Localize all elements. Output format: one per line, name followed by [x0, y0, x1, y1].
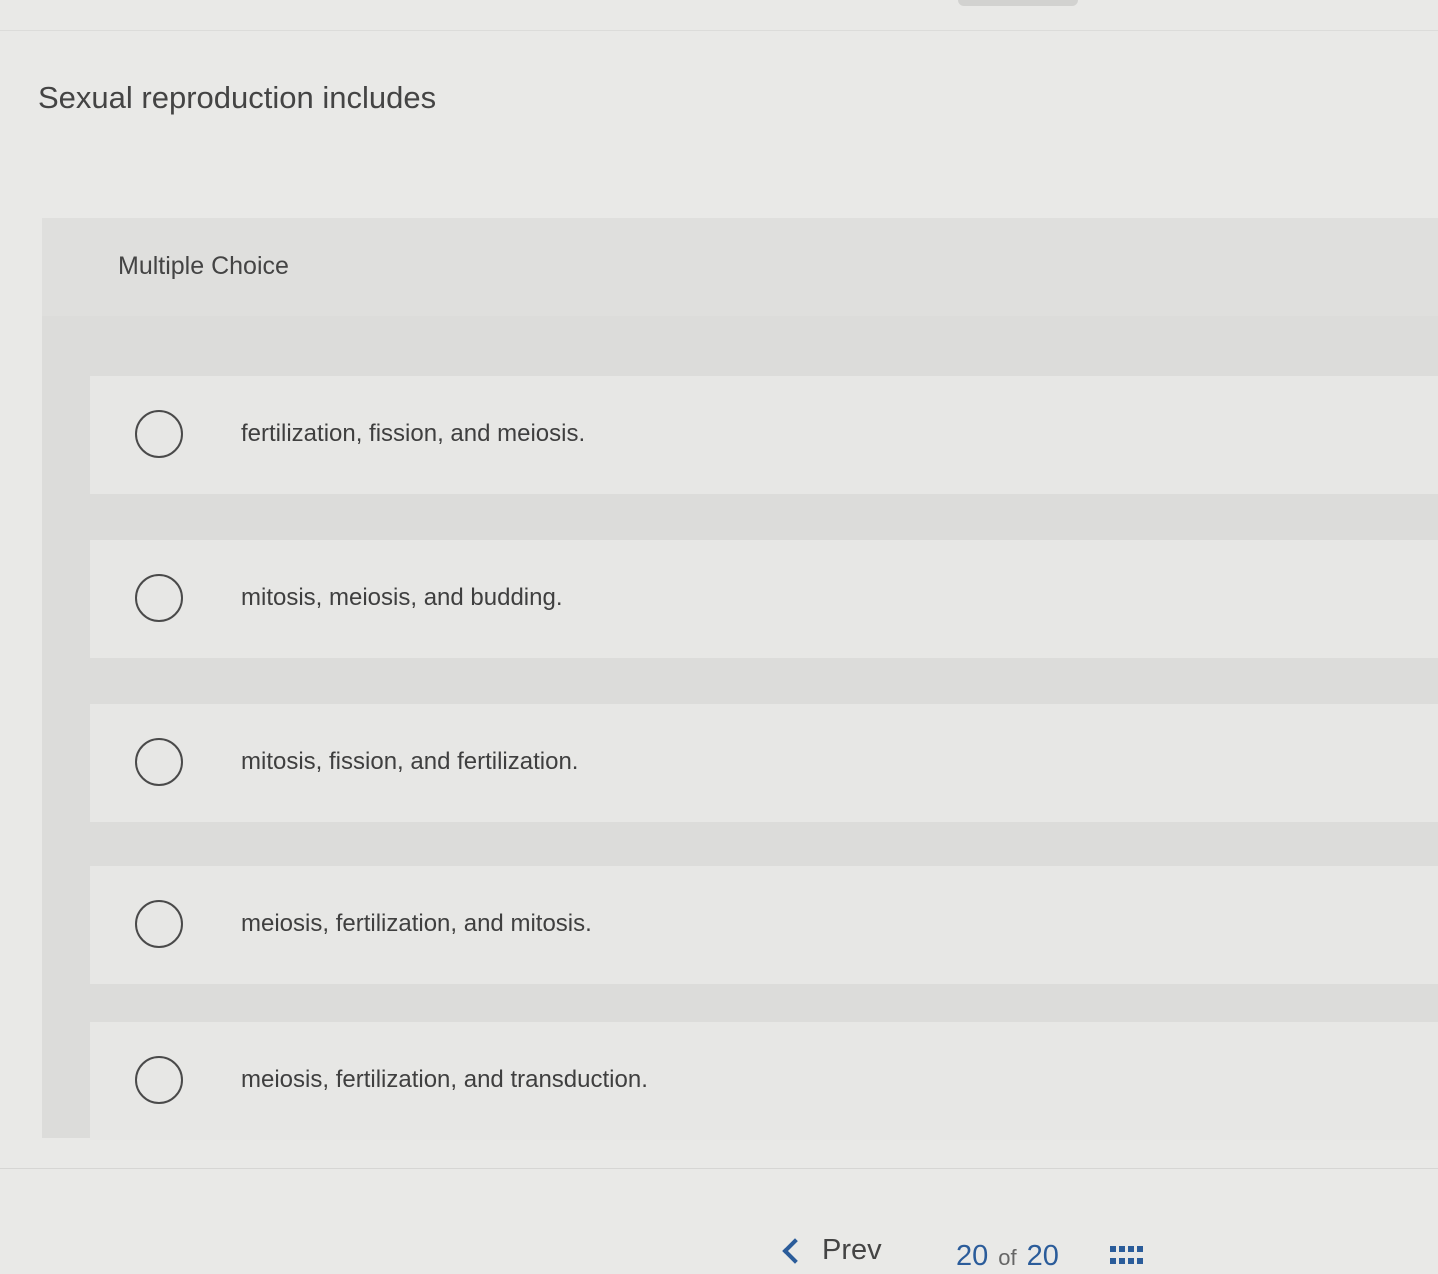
question-grid-icon[interactable] [1110, 1246, 1143, 1266]
answer-option-label: meiosis, fertilization, and mitosis. [241, 910, 592, 937]
prev-button[interactable]: Prev [778, 1234, 882, 1267]
answer-option[interactable]: meiosis, fertilization, and transduction… [90, 1022, 1438, 1140]
answer-option-label: fertilization, fission, and meiosis. [241, 420, 586, 447]
question-prompt: Sexual reproduction includes [38, 80, 437, 115]
answer-option-label: mitosis, meiosis, and budding. [241, 584, 563, 611]
total-pages: 20 [1026, 1240, 1059, 1272]
answer-option-label: meiosis, fertilization, and transduction… [241, 1066, 648, 1093]
answer-option[interactable]: meiosis, fertilization, and mitosis. [90, 866, 1438, 984]
answer-option-label: mitosis, fission, and fertilization. [241, 748, 579, 775]
multiple-choice-panel: Multiple Choice fertilization, fission, … [42, 218, 1438, 1140]
prev-label: Prev [822, 1234, 882, 1266]
current-page: 20 [956, 1240, 989, 1272]
radio-button[interactable] [135, 1056, 183, 1104]
question-type-label: Multiple Choice [118, 252, 289, 280]
answer-option[interactable]: fertilization, fission, and meiosis. [90, 376, 1438, 494]
of-label: of [998, 1245, 1017, 1270]
radio-button[interactable] [135, 574, 183, 622]
radio-button[interactable] [135, 900, 183, 948]
bottom-divider [0, 1168, 1438, 1169]
top-divider [0, 30, 1438, 31]
radio-button[interactable] [135, 738, 183, 786]
top-tab[interactable] [958, 0, 1078, 6]
radio-button[interactable] [135, 410, 183, 458]
multiple-choice-header: Multiple Choice [42, 218, 1438, 316]
chevron-left-icon [782, 1237, 808, 1264]
answer-option[interactable]: mitosis, meiosis, and budding. [90, 540, 1438, 658]
answer-option[interactable]: mitosis, fission, and fertilization. [90, 704, 1438, 822]
page-indicator[interactable]: 20 of 20 [956, 1240, 1059, 1273]
